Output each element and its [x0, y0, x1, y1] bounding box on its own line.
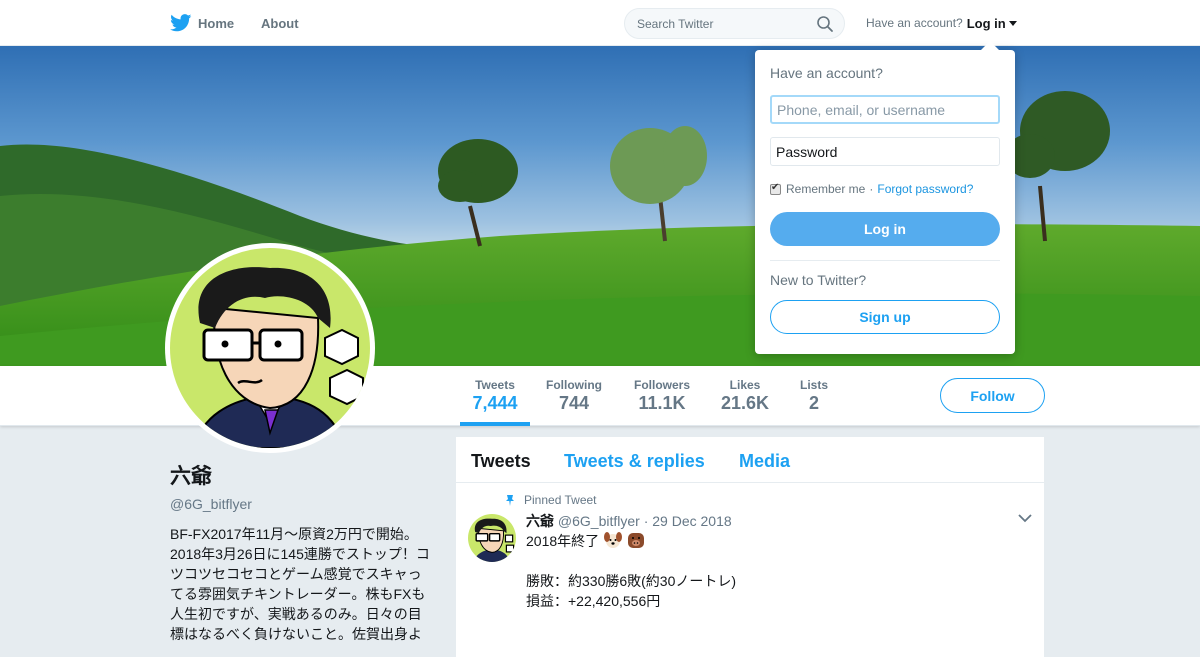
profile-info: 六爺 @6G_bitflyer BF-FX2017年11月～原資2万円で開始。2… [170, 460, 435, 644]
stat-likes[interactable]: Likes 21.6K [715, 366, 775, 426]
account-prompt: Have an account? [866, 16, 963, 30]
stat-value: 2 [808, 393, 819, 413]
timeline-tabs: Tweets Tweets & replies Media [456, 437, 1044, 483]
tweet-line: 損益：+22,420,556円 [526, 593, 661, 609]
stat-followers[interactable]: Followers 11.1K [628, 366, 696, 426]
stat-label: Tweets [475, 378, 515, 392]
profile-bio: BF-FX2017年11月～原資2万円で開始。2018年3月26日に145連勝で… [170, 526, 430, 642]
search-icon[interactable] [816, 15, 834, 33]
tweet-line: 2018年終了 [526, 533, 600, 549]
pinned-label: Pinned Tweet [524, 493, 597, 507]
dog-face-icon [604, 532, 623, 548]
tweet-author-name[interactable]: 六爺 [526, 513, 554, 529]
account-menu[interactable]: Have an account? Log in [866, 0, 1017, 46]
stat-value: 7,444 [472, 393, 518, 413]
tab-tweets-replies[interactable]: Tweets & replies [564, 451, 705, 472]
boar-face-icon [627, 533, 644, 548]
about-nav-link[interactable]: About [261, 0, 299, 46]
tweet-avatar[interactable] [468, 514, 516, 562]
stat-label: Lists [799, 378, 828, 392]
signup-button[interactable]: Sign up [770, 300, 1000, 334]
search-input[interactable] [625, 9, 815, 38]
stat-following[interactable]: Following 744 [540, 366, 608, 426]
home-label: Home [198, 15, 235, 31]
stat-label: Followers [633, 378, 690, 392]
profile-avatar[interactable] [165, 243, 375, 453]
username-field[interactable] [770, 95, 1000, 124]
remember-me-checkbox[interactable] [770, 182, 781, 195]
login-dropdown-title: Have an account? [770, 65, 883, 81]
tweet-author-handle[interactable]: @6G_bitflyer [558, 513, 640, 529]
top-navigation-bar: Home About Have an account? Log in [0, 0, 1200, 46]
profile-name: 六爺 [170, 465, 212, 488]
stat-label: Likes [729, 378, 761, 392]
stat-value: 11.1K [638, 393, 686, 413]
chevron-down-icon[interactable] [1018, 513, 1032, 523]
stat-label: Following [546, 378, 602, 392]
tweet-line: 勝敗：約330勝6敗(約30ノートレ) [526, 573, 737, 589]
tab-media[interactable]: Media [739, 451, 790, 472]
tweet-text: 2018年終了 勝敗：約330勝6敗(約30ノートレ) 損益：+22,420,5… [526, 531, 1026, 611]
login-menu-link[interactable]: Log in [967, 16, 1006, 31]
stat-lists[interactable]: Lists 2 [794, 366, 834, 426]
forgot-password-link[interactable]: Forgot password? [877, 182, 973, 196]
twitter-bird-icon [170, 14, 192, 32]
remember-me-row: Remember me · Forgot password? [770, 182, 973, 196]
tweet-header: 六爺 @6G_bitflyer · 29 Dec 2018 [526, 511, 732, 531]
avatar [170, 248, 370, 448]
caret-down-icon[interactable] [1008, 20, 1017, 26]
follow-button[interactable]: Follow [940, 378, 1045, 413]
stat-value: 21.6K [720, 393, 770, 413]
tab-tweets[interactable]: Tweets [471, 451, 531, 472]
divider [770, 260, 1000, 261]
password-field[interactable] [770, 137, 1000, 166]
home-nav-link[interactable]: Home [170, 0, 234, 46]
new-to-twitter-label: New to Twitter? [770, 272, 867, 288]
timeline: Tweets Tweets & replies Media Pinned Twe… [456, 437, 1044, 657]
tweet-date[interactable]: · 29 Dec 2018 [644, 513, 732, 529]
separator-dot: · [869, 182, 874, 196]
pin-icon [506, 495, 514, 506]
login-button[interactable]: Log in [770, 212, 1000, 246]
dropdown-arrow [981, 41, 999, 50]
stat-value: 744 [558, 393, 590, 413]
search-box[interactable] [624, 8, 845, 39]
remember-me-label[interactable]: Remember me [786, 182, 865, 196]
stat-tweets[interactable]: Tweets 7,444 [460, 366, 530, 426]
login-dropdown: Have an account? Remember me · Forgot pa… [755, 41, 1015, 354]
pinned-indicator: Pinned Tweet [504, 493, 597, 507]
profile-handle[interactable]: @6G_bitflyer [170, 496, 435, 512]
